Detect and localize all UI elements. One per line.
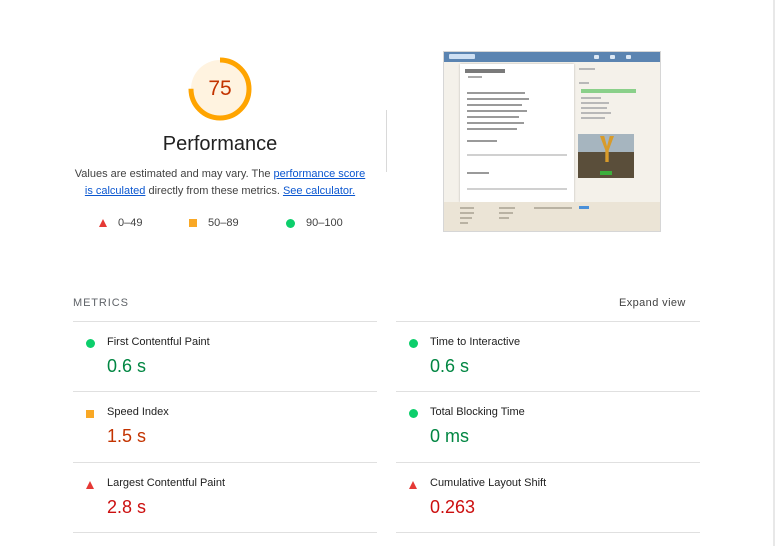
pass-circle-icon xyxy=(409,339,418,348)
thumbnail-text-line xyxy=(467,110,527,112)
legend-item-average: 50–89 xyxy=(189,217,239,229)
thumbnail-footer-line xyxy=(460,207,474,209)
thumbnail-sidebar-line xyxy=(579,68,595,70)
thumbnail-sidebar-line xyxy=(581,117,605,119)
thumbnail-card-subtitle xyxy=(468,76,482,78)
thumbnail-footer-badge xyxy=(579,206,589,209)
legend-item-pass: 90–100 xyxy=(286,217,343,229)
thumbnail-footer-line xyxy=(534,207,572,209)
metric-value: 0.263 xyxy=(430,497,476,517)
thumbnail-logo xyxy=(449,54,475,59)
thumbnail-sidebar-line xyxy=(581,112,611,114)
thumbnail-input-line xyxy=(467,188,567,190)
metric-value: 0 ms xyxy=(430,426,470,446)
thumbnail-image-badge xyxy=(600,171,612,175)
see-calculator-link[interactable]: See calculator. xyxy=(283,185,355,197)
square-orange-icon xyxy=(189,219,197,227)
performance-score-gauge[interactable]: 75 xyxy=(187,56,253,122)
thumbnail-text-line xyxy=(467,98,529,100)
legend-item-fail: 0–49 xyxy=(99,217,142,229)
circle-green-icon xyxy=(286,218,295,228)
thumbnail-text-line xyxy=(467,122,524,124)
thumbnail-text-line xyxy=(467,140,497,142)
metrics-divider xyxy=(396,532,700,533)
thumbnail-footer-line xyxy=(499,212,513,214)
thumbnail-footer xyxy=(444,202,660,231)
triangle-red-icon xyxy=(99,219,107,227)
thumbnail-footer-line xyxy=(460,212,474,214)
average-square-icon xyxy=(86,410,94,418)
category-description: Values are estimated and may vary. The p… xyxy=(70,166,370,200)
thumbnail-footer-line xyxy=(499,217,509,219)
thumbnail-text-line xyxy=(467,116,519,118)
thumbnail-text-line xyxy=(467,172,489,174)
thumbnail-footer-line xyxy=(460,217,472,219)
metric-total-blocking-time: Total Blocking Time 0 ms xyxy=(396,392,696,462)
thumbnail-sidebar-line xyxy=(581,97,601,99)
metric-value: 2.8 s xyxy=(107,497,147,517)
metric-label: Largest Contentful Paint xyxy=(107,477,226,489)
thumbnail-topbar-button xyxy=(626,55,631,59)
thumbnail-sidebar-line xyxy=(579,82,589,84)
metrics-divider xyxy=(73,532,377,533)
legend-range-pass: 90–100 xyxy=(306,217,343,229)
thumbnail-text-line xyxy=(467,104,522,106)
description-prefix: Values are estimated and may vary. The xyxy=(74,168,274,180)
vertical-divider xyxy=(386,110,387,172)
thumbnail-topbar xyxy=(444,52,660,62)
thumbnail-image xyxy=(578,134,634,178)
metric-value: 0.6 s xyxy=(430,356,470,376)
fail-triangle-icon xyxy=(409,481,417,489)
thumbnail-text-line xyxy=(467,128,517,130)
metric-label: First Contentful Paint xyxy=(107,336,210,348)
thumbnail-topbar-button xyxy=(610,55,615,59)
expand-view-toggle[interactable]: Expand view xyxy=(619,297,686,309)
pass-circle-icon xyxy=(409,409,418,418)
thumbnail-card-title xyxy=(465,69,505,73)
metric-label: Cumulative Layout Shift xyxy=(430,477,547,489)
metric-label: Time to Interactive xyxy=(430,336,521,348)
metric-first-contentful-paint: First Contentful Paint 0.6 s xyxy=(73,322,373,392)
thumbnail-text-line xyxy=(467,92,525,94)
metrics-heading: METRICS xyxy=(73,297,129,309)
metric-speed-index: Speed Index 1.5 s xyxy=(73,392,373,462)
thumbnail-sidebar-line xyxy=(581,107,607,109)
thumbnail-footer-line xyxy=(460,222,468,224)
metric-label: Total Blocking Time xyxy=(430,406,525,418)
legend-range-average: 50–89 xyxy=(208,217,239,229)
pass-circle-icon xyxy=(86,339,95,348)
metric-cumulative-layout-shift: Cumulative Layout Shift 0.263 xyxy=(396,463,696,533)
thumbnail-sidebar-line xyxy=(581,102,609,104)
category-title: Performance xyxy=(162,133,278,155)
metric-largest-contentful-paint: Largest Contentful Paint 2.8 s xyxy=(73,463,373,533)
thumbnail-input-line xyxy=(467,154,567,156)
thumbnail-sidebar-highlight xyxy=(581,89,636,93)
metric-time-to-interactive: Time to Interactive 0.6 s xyxy=(396,322,696,392)
fail-triangle-icon xyxy=(86,481,94,489)
description-middle: directly from these metrics. xyxy=(145,185,283,197)
metric-value: 1.5 s xyxy=(107,426,147,446)
legend-range-fail: 0–49 xyxy=(118,217,143,229)
performance-score-value: 75 xyxy=(208,77,232,100)
thumbnail-topbar-button xyxy=(594,55,599,59)
final-screenshot-thumbnail[interactable] xyxy=(443,51,661,232)
thumbnail-footer-line xyxy=(499,207,515,209)
metric-label: Speed Index xyxy=(107,406,169,418)
thumbnail-task-card xyxy=(460,64,574,202)
metric-value: 0.6 s xyxy=(107,356,147,376)
